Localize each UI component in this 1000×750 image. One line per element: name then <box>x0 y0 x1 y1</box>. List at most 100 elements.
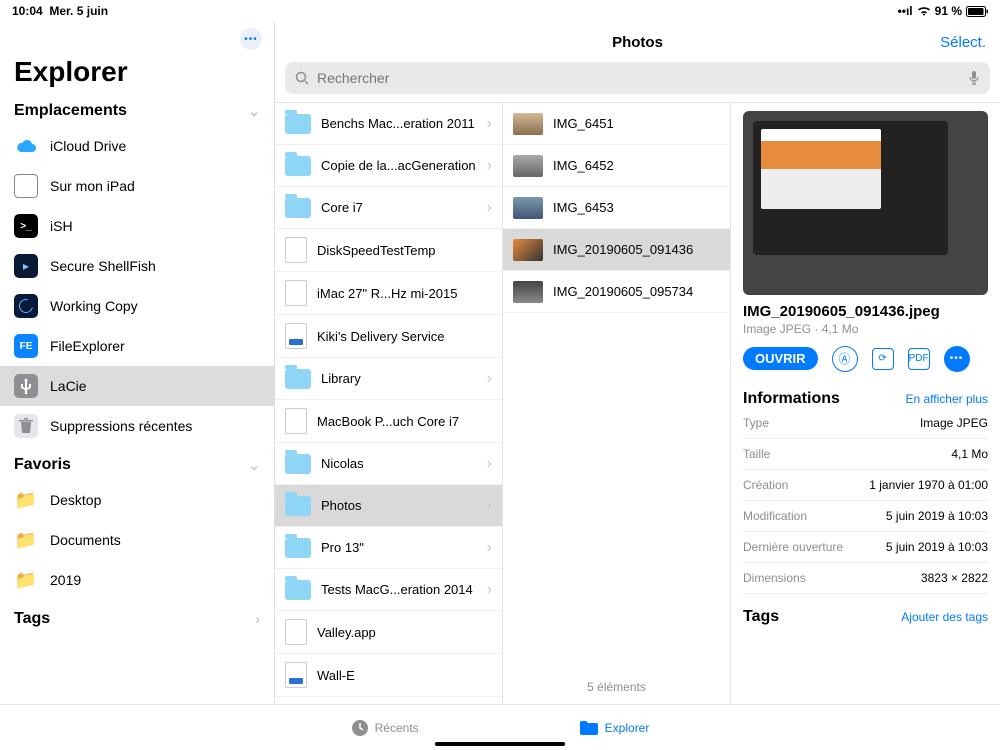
item-label: IMG_20190605_095734 <box>553 284 720 299</box>
clock-icon <box>351 719 369 737</box>
thumbnail-icon <box>513 155 543 177</box>
tab-recents[interactable]: Récents <box>351 719 419 737</box>
list-item[interactable]: iMac 27" R...Hz mi-2015 <box>275 272 502 315</box>
markup-icon[interactable]: Ⓐ <box>832 346 858 372</box>
thumbnail-icon <box>513 281 543 303</box>
list-item[interactable]: Library › <box>275 358 502 400</box>
cloud-icon <box>14 134 38 158</box>
file-icon <box>285 619 307 645</box>
search-bar[interactable] <box>285 62 990 94</box>
item-label: Pro 13" <box>321 540 477 555</box>
sidebar-item-ipad[interactable]: Sur mon iPad <box>0 166 274 206</box>
item-label: IMG_6451 <box>553 116 720 131</box>
list-item[interactable]: IMG_6451 <box>503 103 730 145</box>
tags-header[interactable]: Tags › <box>0 610 274 634</box>
item-label: Tests MacG...eration 2014 <box>321 582 477 597</box>
sidebar-item-shellfish[interactable]: ▸Secure ShellFish <box>0 246 274 286</box>
favorites-header[interactable]: Favoris ⌄ <box>0 456 274 480</box>
status-bar: 10:04 Mer. 5 juin ••ıl 91 % <box>0 0 1000 22</box>
info-value: 5 juin 2019 à 10:03 <box>886 540 988 554</box>
sidebar-item-fileexplorer[interactable]: FEFileExplorer <box>0 326 274 366</box>
mic-icon[interactable] <box>968 70 980 86</box>
sidebar-item-ish[interactable]: >_iSH <box>0 206 274 246</box>
workingcopy-icon <box>14 294 38 318</box>
preview-image[interactable] <box>743 111 988 295</box>
list-item[interactable]: Pro 13"› <box>275 527 502 569</box>
list-item[interactable]: IMG_6453 <box>503 187 730 229</box>
usb-icon <box>14 374 38 398</box>
info-key: Dernière ouverture <box>743 540 843 554</box>
folder-icon <box>285 156 311 176</box>
chevron-right-icon: › <box>487 115 492 133</box>
folder-icon <box>285 538 311 558</box>
sidebar-item-lacie[interactable]: LaCie <box>0 366 274 406</box>
item-label: DiskSpeedTestTemp <box>317 243 492 258</box>
item-count: 5 éléments <box>503 670 730 704</box>
item-label: MacBook P...uch Core i7 <box>317 414 492 429</box>
info-key: Type <box>743 416 769 430</box>
column-files: IMG_6451 IMG_6452 IMG_6453 IMG_20190605_091… <box>503 103 731 704</box>
list-item[interactable]: Wall-E <box>275 654 502 697</box>
more-button[interactable]: ••• <box>240 28 262 50</box>
signal-icon: ••ıl <box>898 4 913 18</box>
sidebar-item-2019[interactable]: 📁2019 <box>0 560 274 600</box>
video-icon <box>285 662 307 688</box>
list-item[interactable]: Copie de la...acGeneration› <box>275 145 502 187</box>
list-item[interactable]: Kiki's Delivery Service <box>275 315 502 358</box>
ipad-icon <box>14 174 38 198</box>
list-item[interactable]: DiskSpeedTestTemp <box>275 229 502 272</box>
list-item[interactable]: IMG_20190605_091436 <box>503 229 730 271</box>
folder-icon <box>285 580 311 600</box>
info-value: 3823 × 2822 <box>921 571 988 585</box>
folder-icon <box>285 454 311 474</box>
item-label: Library <box>321 371 477 386</box>
info-row: TypeImage JPEG <box>743 408 988 439</box>
item-label: Photos <box>321 498 477 513</box>
list-item[interactable]: IMG_6452 <box>503 145 730 187</box>
info-row: Modification5 juin 2019 à 10:03 <box>743 501 988 532</box>
item-label: IMG_20190605_091436 <box>553 242 720 257</box>
show-more-link[interactable]: En afficher plus <box>906 392 989 406</box>
chevron-right-icon: › <box>487 370 492 388</box>
column-folders: Benchs Mac...eration 2011›Copie de la...… <box>275 103 503 704</box>
file-name: IMG_20190605_091436.jpeg <box>743 303 988 320</box>
pdf-icon[interactable]: PDF <box>908 348 930 370</box>
locations-header[interactable]: Emplacements ⌄ <box>0 102 274 126</box>
sidebar-item-documents[interactable]: 📁Documents <box>0 520 274 560</box>
sidebar-item-icloud[interactable]: iCloud Drive <box>0 126 274 166</box>
list-item[interactable]: Valley.app <box>275 611 502 654</box>
sidebar-item-trash[interactable]: Suppressions récentes <box>0 406 274 446</box>
list-item[interactable]: IMG_20190605_095734 <box>503 271 730 313</box>
search-input[interactable] <box>317 70 960 86</box>
info-row: Création1 janvier 1970 à 01:00 <box>743 470 988 501</box>
list-item[interactable]: Tests MacG...eration 2014 › <box>275 569 502 611</box>
chevron-down-icon: ⌄ <box>248 103 260 120</box>
tab-browse[interactable]: Explorer <box>579 720 650 736</box>
chevron-right-icon: › <box>487 455 492 473</box>
shellfish-icon: ▸ <box>14 254 38 278</box>
tags-section: Tags Ajouter des tags <box>743 608 988 626</box>
list-item[interactable]: Photos› <box>275 485 502 527</box>
item-label: IMG_6453 <box>553 200 720 215</box>
home-indicator[interactable] <box>435 742 565 746</box>
folder-icon: 📁 <box>14 528 38 552</box>
add-tags-link[interactable]: Ajouter des tags <box>901 610 988 624</box>
folder-icon <box>285 198 311 218</box>
battery-percent: 91 % <box>935 4 962 18</box>
item-label: Valley.app <box>317 625 492 640</box>
list-item[interactable]: Benchs Mac...eration 2011› <box>275 103 502 145</box>
chevron-right-icon: › <box>487 581 492 599</box>
list-item[interactable]: MacBook P...uch Core i7 <box>275 400 502 443</box>
rotate-icon[interactable]: ⟳ <box>872 348 894 370</box>
open-button[interactable]: OUVRIR <box>743 347 818 370</box>
list-item[interactable]: Core i7› <box>275 187 502 229</box>
info-row: Dernière ouverture 5 juin 2019 à 10:03 <box>743 532 988 563</box>
sidebar-item-desktop[interactable]: 📁Desktop <box>0 480 274 520</box>
folder-icon: 📁 <box>14 568 38 592</box>
sidebar-item-workingcopy[interactable]: Working Copy <box>0 286 274 326</box>
fileexplorer-icon: FE <box>14 334 38 358</box>
more-actions-button[interactable]: ••• <box>944 346 970 372</box>
select-button[interactable]: Sélect. <box>940 34 986 51</box>
list-item[interactable]: Nicolas› <box>275 443 502 485</box>
info-row: Dimensions3823 × 2822 <box>743 563 988 594</box>
